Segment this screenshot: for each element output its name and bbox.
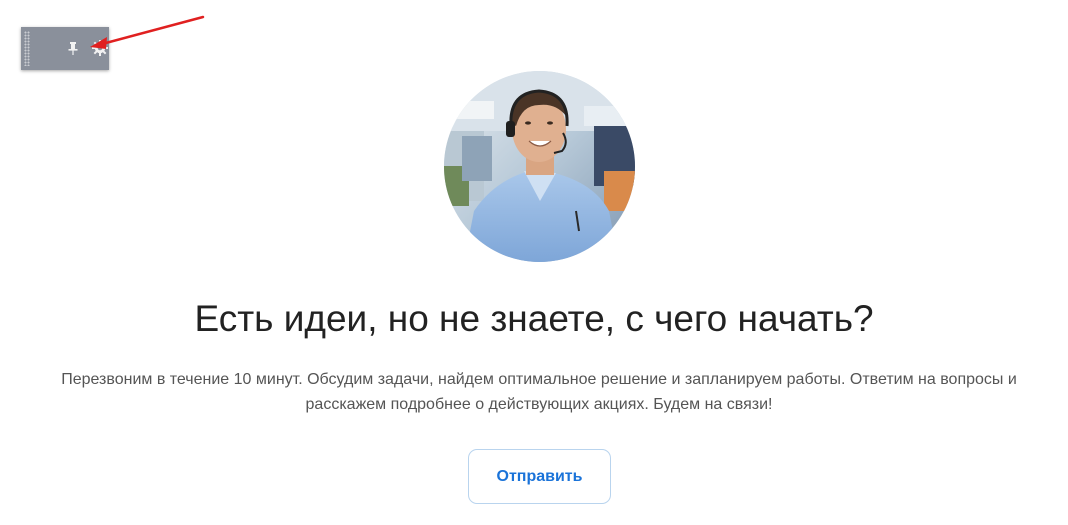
avatar (444, 71, 635, 262)
description-text: Перезвоним в течение 10 минут. Обсудим з… (61, 371, 1017, 413)
send-button[interactable]: Отправить (468, 449, 611, 504)
drag-grip-icon[interactable] (24, 31, 30, 66)
pin-icon[interactable] (65, 40, 81, 56)
page-title: Есть идеи, но не знаете, с чего начать? (194, 298, 874, 339)
annotation-arrow (90, 15, 205, 49)
page: Есть идеи, но не знаете, с чего начать? … (0, 0, 1068, 525)
